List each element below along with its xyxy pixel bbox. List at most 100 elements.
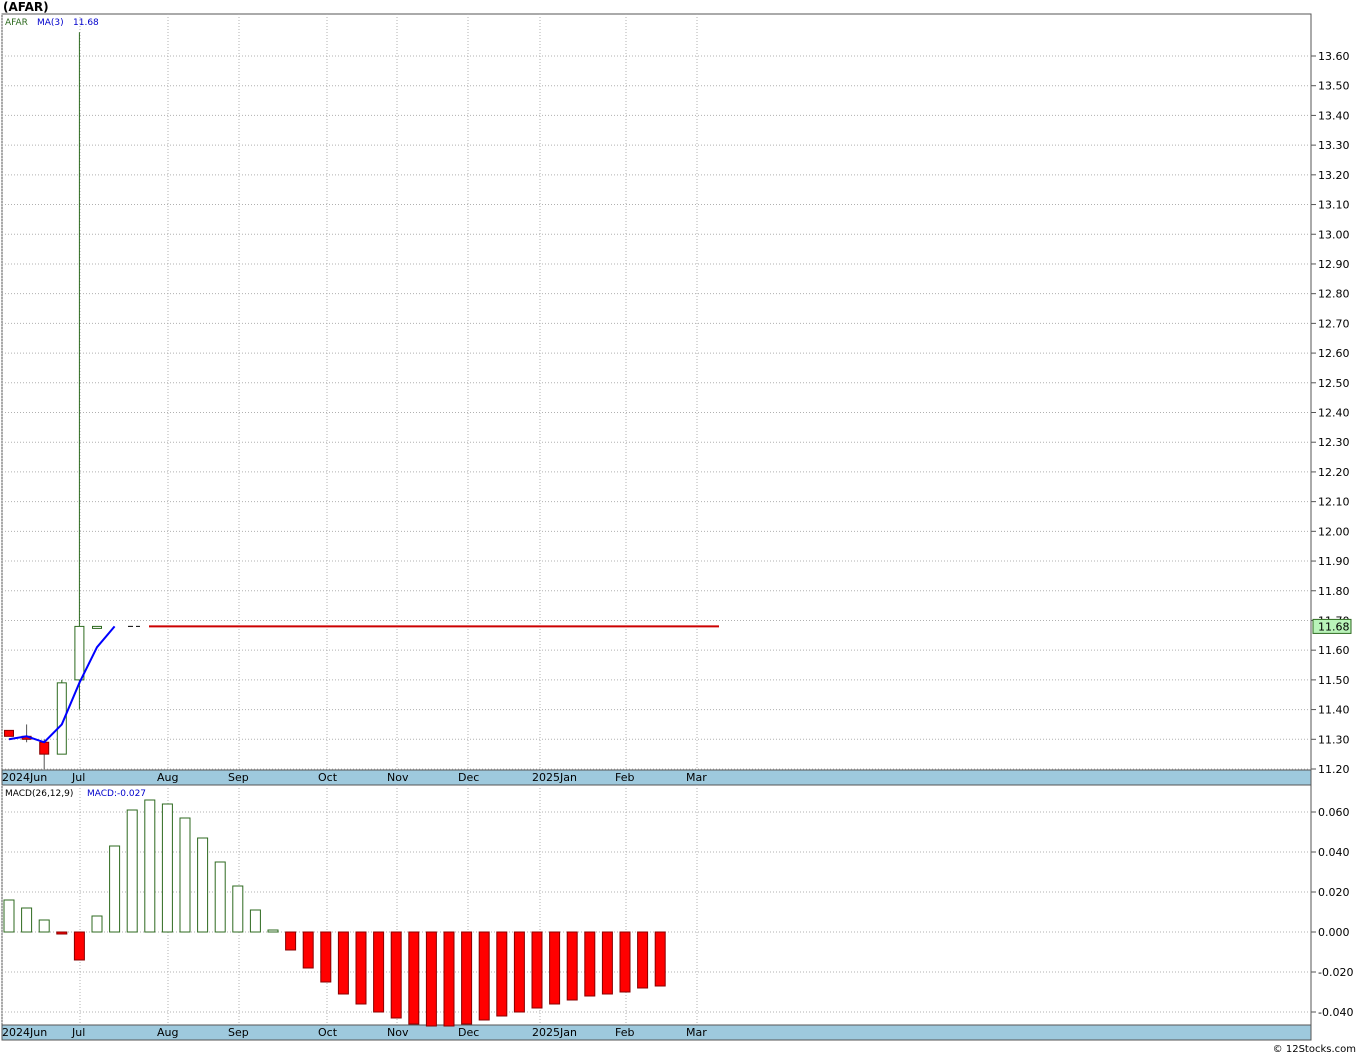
macd-bar xyxy=(478,931,490,1021)
legend-symbol: AFAR xyxy=(5,18,28,28)
candle-body xyxy=(4,729,14,737)
legend-ma-value: 11.68 xyxy=(73,18,99,28)
price-tick-label: 13.00 xyxy=(1318,228,1350,241)
price-x-label: Oct xyxy=(318,771,338,784)
price-tick-label: 13.40 xyxy=(1318,109,1350,122)
price-x-label: Nov xyxy=(387,771,409,784)
macd-bar xyxy=(637,931,649,989)
candle-body xyxy=(92,625,102,629)
macd-x-label: Feb xyxy=(615,1026,634,1039)
macd-x-label: Aug xyxy=(157,1026,178,1039)
macd-tick-label: 0.000 xyxy=(1318,926,1350,939)
price-tick-label: 13.10 xyxy=(1318,199,1350,212)
macd-bar xyxy=(425,931,437,1027)
price-tick-label: 12.90 xyxy=(1318,258,1350,271)
price-tick-label: 12.00 xyxy=(1318,525,1350,538)
macd-legend-value: MACD:-0.027 xyxy=(87,789,146,799)
price-tick-label: 11.40 xyxy=(1318,704,1350,717)
macd-bar xyxy=(390,931,402,1019)
legend-ma-label: MA(3) xyxy=(37,18,64,28)
price-x-label: Mar xyxy=(686,771,707,784)
price-tick-label: 12.80 xyxy=(1318,288,1350,301)
macd-bar xyxy=(232,885,244,933)
macd-x-label: Sep xyxy=(228,1026,249,1039)
price-x-label: Feb xyxy=(615,771,634,784)
macd-bar xyxy=(408,931,420,1025)
price-plot-frame xyxy=(1,13,1312,786)
macd-tick-label: -0.040 xyxy=(1318,1006,1353,1019)
macd-bar xyxy=(496,931,508,1017)
price-x-label: 2024Jun xyxy=(2,771,47,784)
price-tick-label: 11.80 xyxy=(1318,585,1350,598)
macd-bar xyxy=(285,931,297,951)
macd-x-label: Dec xyxy=(458,1026,479,1039)
price-tick-label: 11.30 xyxy=(1318,733,1350,746)
macd-bar xyxy=(584,931,596,997)
macd-bar xyxy=(302,931,314,969)
macd-bar xyxy=(73,931,85,961)
macd-bar xyxy=(91,915,103,933)
macd-bar xyxy=(126,809,138,933)
macd-x-label: 2025Jan xyxy=(532,1026,577,1039)
macd-bar xyxy=(549,931,561,1005)
macd-bar xyxy=(214,861,226,933)
macd-bar xyxy=(601,931,613,995)
price-tick-label: 12.10 xyxy=(1318,496,1350,509)
price-tick-label: 12.70 xyxy=(1318,317,1350,330)
macd-bar xyxy=(443,931,455,1027)
macd-bar xyxy=(619,931,631,993)
price-tick-label: 12.20 xyxy=(1318,466,1350,479)
price-x-label: Jul xyxy=(71,771,85,784)
price-tick-label: 13.50 xyxy=(1318,80,1350,93)
macd-x-axis-band xyxy=(1,1024,1312,1041)
macd-bar xyxy=(566,931,578,1001)
price-tick-label: 11.60 xyxy=(1318,644,1350,657)
macd-tick-label: 0.020 xyxy=(1318,886,1350,899)
macd-bar xyxy=(249,909,261,933)
candle-body xyxy=(74,625,85,681)
price-tick-label: 11.20 xyxy=(1318,763,1350,776)
price-tick-label: 13.20 xyxy=(1318,169,1350,182)
macd-bar xyxy=(320,931,332,983)
macd-bar xyxy=(179,817,191,933)
macd-bar xyxy=(56,931,68,935)
macd-bar xyxy=(109,845,121,933)
macd-tick-label: 0.040 xyxy=(1318,846,1350,859)
macd-panel: 0.060 0.040 0.020 0.000 -0.020 -0.040 2024Jun J… xyxy=(1,784,1353,1041)
price-tick-label: 13.30 xyxy=(1318,139,1350,152)
macd-bar xyxy=(161,803,173,933)
macd-legend-label: MACD(26,12,9) xyxy=(5,789,73,799)
price-tick-label: 12.40 xyxy=(1318,407,1350,420)
macd-x-label: Jul xyxy=(71,1026,85,1039)
macd-bar xyxy=(3,899,15,933)
macd-bar xyxy=(21,907,33,933)
macd-bar xyxy=(197,837,209,933)
price-panel: 11.2011.3011.4011.5011.6011.7011.8011.90… xyxy=(1,13,1352,786)
macd-bar xyxy=(337,931,349,995)
macd-bar xyxy=(144,799,156,933)
macd-bar xyxy=(38,919,50,933)
macd-x-label: Nov xyxy=(387,1026,409,1039)
price-tick-label: 12.60 xyxy=(1318,347,1350,360)
price-x-label: Dec xyxy=(458,771,479,784)
price-tick-label: 12.30 xyxy=(1318,436,1350,449)
macd-tick-label: 0.060 xyxy=(1318,806,1350,819)
chart-canvas: 11.2011.3011.4011.5011.6011.7011.8011.90… xyxy=(1,13,1353,1041)
price-tick-label: 11.90 xyxy=(1318,555,1350,568)
price-x-label: Aug xyxy=(157,771,178,784)
price-tick-label: 11.50 xyxy=(1318,674,1350,687)
macd-bar xyxy=(531,931,543,1009)
price-x-label: Sep xyxy=(228,771,249,784)
macd-bar xyxy=(373,931,385,1013)
macd-x-label: Oct xyxy=(318,1026,338,1039)
macd-bar xyxy=(461,931,473,1025)
last-price-badge-label: 11.68 xyxy=(1318,620,1350,633)
macd-bar xyxy=(355,931,367,1005)
macd-x-label: Mar xyxy=(686,1026,707,1039)
price-tick-label: 13.60 xyxy=(1318,50,1350,63)
price-x-label: 2025Jan xyxy=(532,771,577,784)
macd-tick-label: -0.020 xyxy=(1318,966,1353,979)
macd-x-label: 2024Jun xyxy=(2,1026,47,1039)
macd-bar xyxy=(654,931,666,987)
candle-body xyxy=(39,741,50,755)
